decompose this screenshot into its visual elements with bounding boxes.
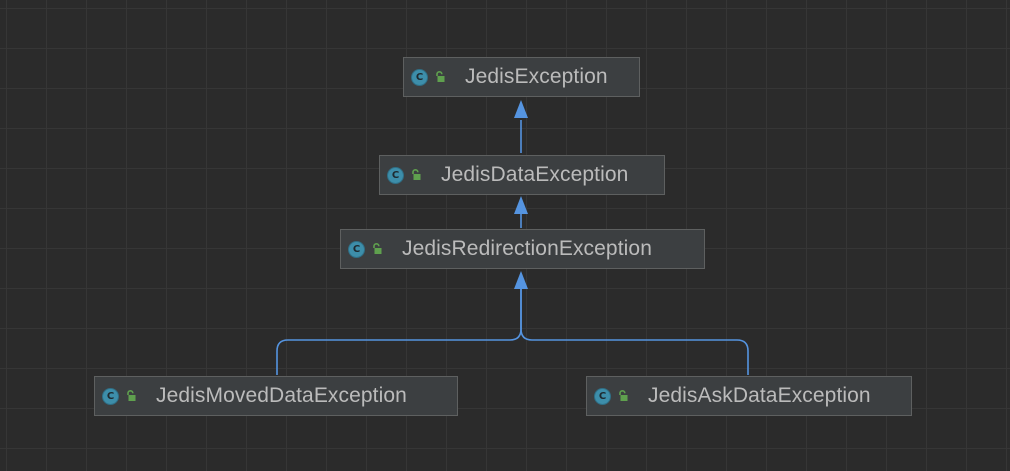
class-name: JedisException bbox=[465, 65, 608, 88]
class-name: JedisDataException bbox=[441, 163, 629, 186]
edge-jedis-ask-data-exception-extends-jedis-redirection-exception bbox=[520, 289, 749, 375]
class-icon: C bbox=[348, 240, 365, 258]
class-icon: C bbox=[594, 387, 611, 405]
class-icon: C bbox=[102, 387, 119, 405]
unlocked-public-icon bbox=[436, 71, 445, 82]
class-name: JedisRedirectionException bbox=[402, 237, 652, 260]
class-node-jedis-ask-data-exception[interactable]: C JedisAskDataException bbox=[586, 376, 912, 416]
unlocked-public-icon bbox=[619, 390, 628, 401]
class-name: JedisMovedDataException bbox=[156, 384, 407, 407]
class-name: JedisAskDataException bbox=[648, 384, 871, 407]
unlocked-public-icon bbox=[373, 243, 382, 254]
edge-jedis-moved-data-exception-extends-jedis-redirection-exception bbox=[276, 289, 522, 375]
class-node-jedis-data-exception[interactable]: C JedisDataException bbox=[379, 155, 665, 195]
uml-class-diagram: C JedisException C JedisDataException C … bbox=[0, 0, 1010, 471]
class-node-jedis-redirection-exception[interactable]: C JedisRedirectionException bbox=[340, 229, 705, 269]
arrowhead-jedis-redirection-exception bbox=[514, 271, 528, 289]
unlocked-public-icon bbox=[127, 390, 136, 401]
arrowhead-jedis-data-exception bbox=[514, 196, 528, 214]
class-icon: C bbox=[387, 166, 404, 184]
class-icon: C bbox=[411, 68, 428, 86]
class-node-jedis-exception[interactable]: C JedisException bbox=[403, 57, 640, 97]
unlocked-public-icon bbox=[412, 169, 421, 180]
class-node-jedis-moved-data-exception[interactable]: C JedisMovedDataException bbox=[94, 376, 458, 416]
arrowhead-jedis-exception bbox=[514, 100, 528, 118]
